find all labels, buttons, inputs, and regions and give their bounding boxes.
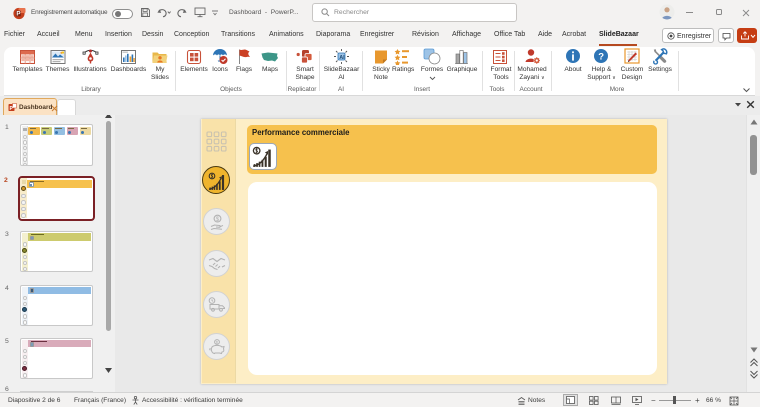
svg-text:AI: AI [339, 55, 345, 61]
svg-text:?: ? [598, 51, 604, 62]
